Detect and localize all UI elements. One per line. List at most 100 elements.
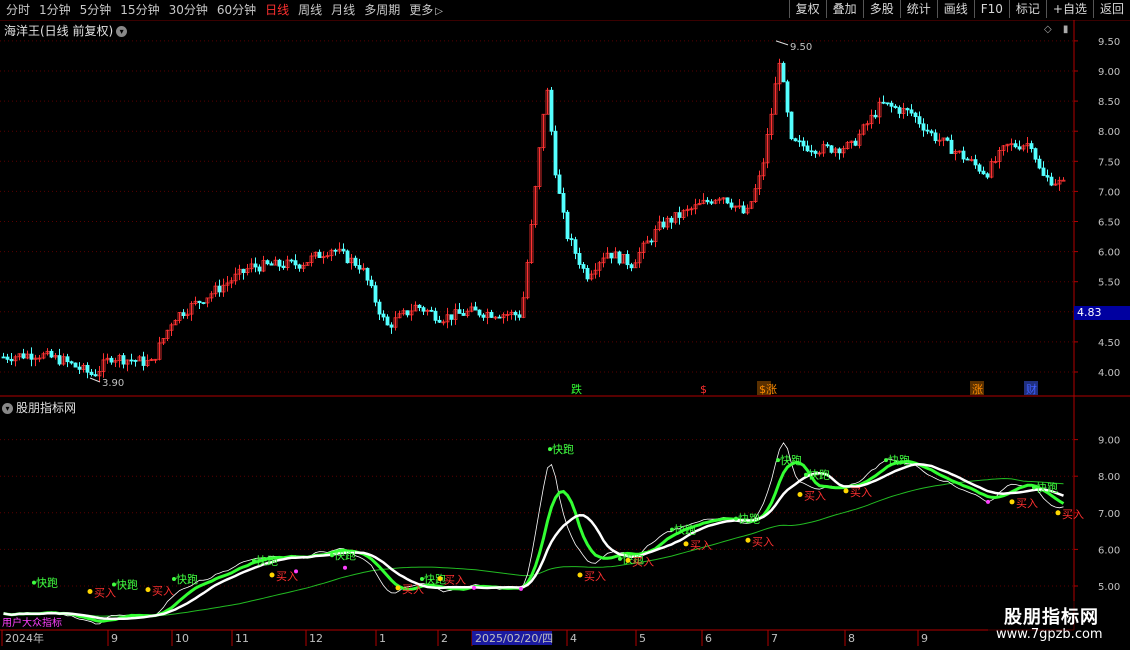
chevron-down-icon[interactable]: ▾ [116,26,128,37]
candle-body [929,130,934,134]
candle-body [497,316,502,319]
candle-body [729,202,734,208]
candle-body [513,311,518,316]
candle-body [1037,158,1042,169]
indicator-tick-label: 9.00 [1098,436,1120,447]
event-tag: $涨 [759,383,777,396]
candle-body [549,89,554,132]
date-label: 12 [309,632,323,645]
candle-body [385,316,390,326]
buy-signal-label: 买入 [690,539,712,552]
candle-body [581,264,586,269]
candle-body [1013,143,1018,148]
candle-body [789,111,794,140]
buy-dot [87,588,93,594]
candle-body [881,101,886,104]
buy-signal-label: 买入 [94,586,116,599]
run-signal-label: 快跑 [674,523,696,537]
date-label: 2025/02/20/四 [475,632,553,645]
candle-body [625,253,630,266]
candle-body [109,357,114,363]
run-signal-label: 快跑 [256,554,278,568]
buy-dot [797,492,803,497]
candle-body [381,313,386,318]
kline-chart[interactable]: 9.503.90 跌 $ $涨涨财 快跑 快跑 快跑快跑 快跑快跑快跑快跑快跑快跑快跑快跑快… [0,0,1130,650]
candle-body [277,259,282,267]
candle-body [57,355,62,365]
candle-body [369,279,374,287]
candle-body [921,123,926,131]
date-label: 7 [771,632,778,645]
candle-body [317,251,322,259]
price-tick-label: 4.50 [1098,338,1120,349]
candle-body [289,259,294,262]
candle-body [965,158,970,161]
indicator-name: 股朋指标网 [16,401,77,415]
magenta-marker [294,569,298,574]
price-tick-label: 9.50 [1098,37,1120,48]
run-signal-label: 快跑 [36,576,58,590]
run-signal-label: 快跑 [1036,481,1058,495]
buy-signal-label: 买入 [152,585,174,598]
date-axis: 2024年 9 10 11 12 1 2 2025/02/20/四 4 5 6 7 8 9 [1,630,928,646]
scroll-icon[interactable]: ▮ [1063,24,1069,35]
candle-body [357,265,362,270]
candle-body [1033,148,1038,160]
price-tick-label: 9.00 [1098,67,1120,78]
candle-body [741,205,746,214]
candle-body [793,138,798,142]
date-label: 8 [848,632,855,645]
buy-signal-label: 买入 [632,555,654,568]
price-tick-label: 8.50 [1098,97,1120,108]
candle-body [885,102,890,105]
candle-body [801,140,806,147]
diamond-icon[interactable]: ◇ [1044,24,1052,35]
candle-body [517,314,522,318]
run-signal-label: 快跑 [552,442,574,456]
date-label: 9 [921,632,928,645]
event-tag: 跌 [571,382,582,396]
price-tick-label: 8.00 [1098,127,1120,138]
price-tick-label: 7.00 [1098,187,1120,198]
candle-body [1,356,6,359]
price-tick-label: 6.00 [1098,248,1120,259]
high-marker-label: 9.50 [790,42,812,53]
buy-dot [269,572,275,578]
candle-body [217,285,222,293]
buy-dot [843,488,849,494]
candle-body [913,112,918,118]
date-label: 4 [570,632,577,645]
candle-body [333,249,338,252]
candle-body [373,285,378,303]
candle-body [925,129,930,132]
high-marker-line [775,40,789,46]
candle-body [89,371,94,376]
candle-body [805,145,810,152]
candle-body [553,130,558,176]
run-signal-label: 快跑 [424,572,446,586]
candle-body [709,201,714,204]
candle-body [617,251,622,264]
buy-dot [577,572,583,578]
candle-body [365,267,370,281]
candle-body [417,304,422,309]
indicator-footer-text: 用户大众指标 [2,616,62,629]
candle-body [481,314,486,318]
run-signal-label: 快跑 [176,572,198,586]
buy-signal-label: 买入 [804,490,826,503]
candle-body [873,114,878,118]
candle-body [21,353,26,359]
candle-body [677,212,682,218]
candle-body [1049,176,1054,186]
run-signal-label: 快跑 [334,548,356,562]
chart-top-icons: ◇ ▮ [1044,24,1068,35]
candle-body [973,159,978,166]
chevron-down-icon[interactable]: ▾ [2,403,13,414]
indicator-tick-label: 5.00 [1098,582,1120,593]
candle-body [389,324,394,328]
candle-body [405,310,410,316]
buy-signal-label: 买入 [402,583,424,596]
candle-body [797,140,802,143]
candle-body [809,150,814,153]
candle-body [561,193,566,213]
